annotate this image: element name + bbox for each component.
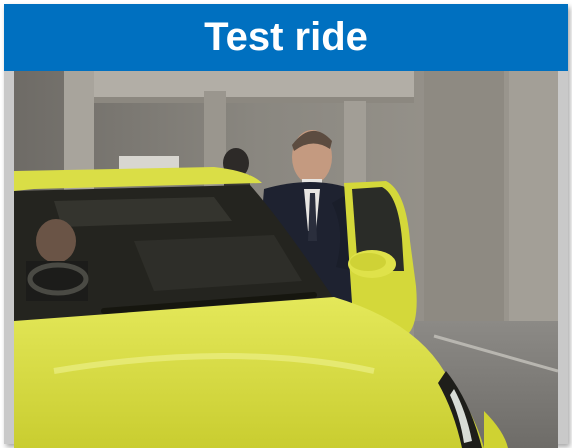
slide-title: Test ride <box>204 15 368 59</box>
test-ride-photo <box>14 71 558 448</box>
title-bar: Test ride <box>4 4 568 71</box>
slide-frame: Test ride <box>4 4 568 448</box>
